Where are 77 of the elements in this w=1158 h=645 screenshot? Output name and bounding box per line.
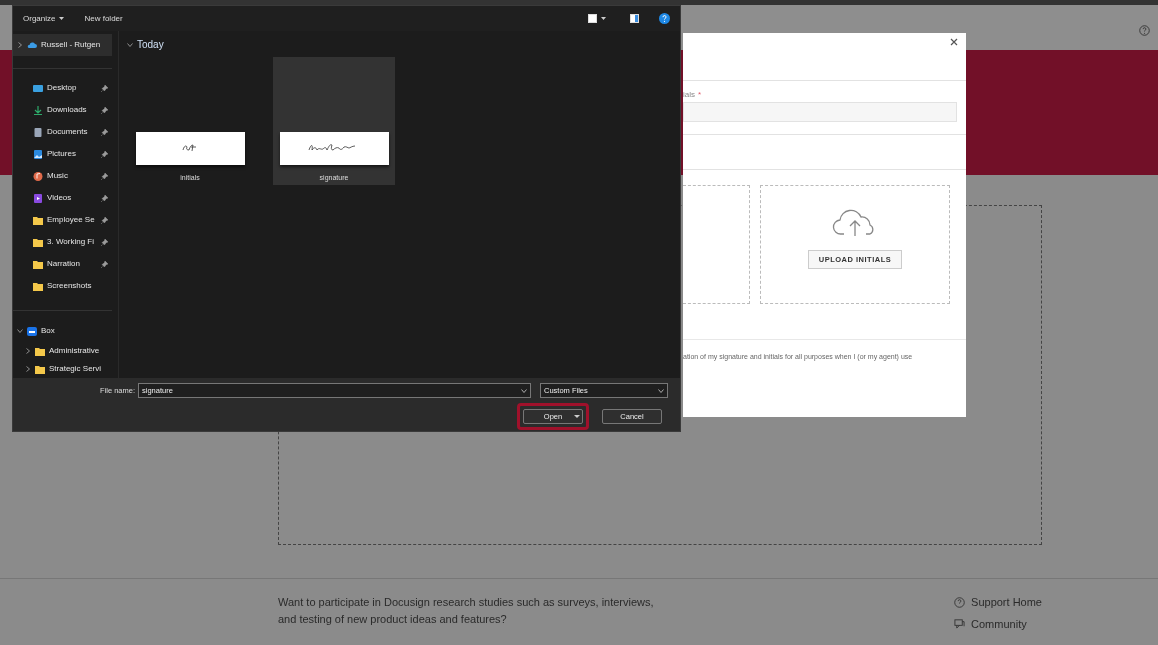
nav-item[interactable]: Music [13, 165, 112, 187]
help-icon[interactable] [659, 13, 670, 24]
nav-item[interactable]: Pictures [13, 143, 112, 165]
close-button[interactable] [950, 38, 958, 46]
chevron-right-icon[interactable] [25, 348, 31, 354]
nav-label: Desktop [47, 82, 78, 94]
chat-icon [954, 618, 966, 630]
chevron-down-icon [521, 388, 527, 393]
document-icon [33, 127, 43, 137]
nav-label: Videos [47, 192, 73, 204]
input-field[interactable] [683, 102, 957, 122]
video-icon [33, 193, 43, 203]
nav-label: Screenshots [47, 280, 93, 292]
nav-item[interactable]: Downloads [13, 99, 112, 121]
pin-icon [101, 172, 108, 180]
nav-label: Strategic Servi [49, 363, 103, 375]
pin-icon [101, 106, 108, 114]
box-logo-icon [27, 326, 37, 336]
caret-icon [601, 17, 606, 20]
pin-icon [101, 128, 108, 136]
nav-label: Russell - Rutgen [41, 39, 102, 51]
pin-icon [101, 84, 108, 92]
nav-item[interactable]: Videos [13, 187, 112, 209]
folder-icon [33, 281, 43, 291]
nav-item[interactable]: Narration [13, 253, 112, 275]
pin-icon [101, 238, 108, 246]
nav-label: Music [47, 170, 69, 182]
preview-pane-icon[interactable] [630, 14, 639, 23]
folder-icon [33, 259, 43, 269]
nav-label: Box [41, 325, 56, 337]
download-icon [33, 105, 43, 115]
footer-link[interactable]: Support Home [954, 594, 1042, 611]
chevron-down-icon [658, 388, 664, 393]
nav-label: Employee Se [47, 214, 96, 226]
folder-icon [33, 237, 43, 247]
research-text: Want to participate in Docusign research studies such as surveys, interviews, and testing of new product ideas and features? [278, 595, 655, 627]
nav-item[interactable]: Screenshots [13, 275, 112, 297]
nav-item[interactable]: Documents [13, 121, 112, 143]
nav-item[interactable]: Administrative [13, 342, 112, 360]
close-icon [950, 38, 958, 46]
chevron-right-icon[interactable] [17, 42, 23, 48]
nav-label: Administrative [49, 345, 101, 357]
nav-item[interactable]: Employee Se [13, 209, 112, 231]
nav-item[interactable]: Russell - Rutgen [13, 34, 112, 56]
group-header[interactable]: Today [127, 37, 680, 52]
pin-icon [101, 150, 108, 158]
music-icon [33, 171, 43, 181]
nav-item[interactable]: 3. Working Fi [13, 231, 112, 253]
nav-label: 3. Working Fi [47, 236, 95, 248]
pin-icon [101, 216, 108, 224]
desktop-icon [33, 83, 43, 93]
cloud-icon [27, 40, 37, 50]
field-label: ials [683, 90, 695, 100]
folder-icon [33, 215, 43, 225]
pin-icon [101, 194, 108, 202]
chevron-down-icon[interactable] [17, 328, 23, 334]
nav-label: Documents [47, 126, 89, 138]
caret-icon[interactable] [574, 414, 580, 419]
nav-item[interactable]: Box [13, 320, 112, 342]
required-mark: * [698, 90, 702, 100]
help-icon [954, 596, 966, 608]
handwriting-drawing [182, 144, 198, 152]
nav-item[interactable]: Desktop [13, 77, 112, 99]
pin-icon [101, 260, 108, 268]
caret-icon [59, 17, 65, 20]
organize-button[interactable]: Organize [23, 12, 65, 25]
nav-label: Downloads [47, 104, 88, 116]
chevron-right-icon[interactable] [25, 366, 31, 372]
nav-label: Pictures [47, 148, 77, 160]
chevron-down-icon[interactable] [127, 41, 133, 48]
view-options-button[interactable] [588, 14, 606, 23]
picture-icon [33, 149, 43, 159]
nav-item[interactable]: Strategic Servi [13, 360, 112, 378]
view-icon [588, 14, 597, 23]
footer-link[interactable]: Community [954, 615, 1042, 632]
nav-label: Narration [47, 258, 81, 270]
new-folder-button[interactable]: New folder [84, 12, 123, 25]
